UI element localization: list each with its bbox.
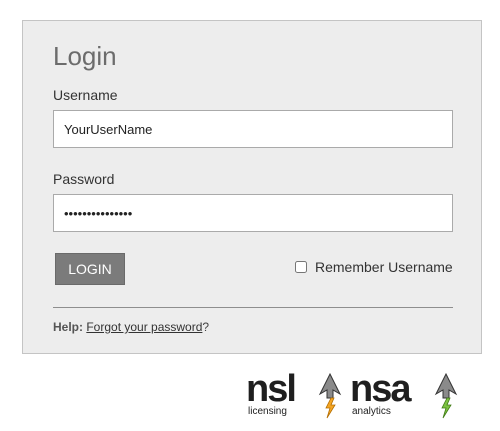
arrow-lightning-orange-icon bbox=[318, 372, 342, 419]
login-button[interactable]: LOGIN bbox=[55, 253, 125, 285]
remember-username[interactable]: Remember Username bbox=[295, 259, 453, 275]
arrow-lightning-green-icon bbox=[434, 372, 458, 419]
help-label: Help: bbox=[53, 320, 83, 334]
nsa-analytics-logo: nsa analytics bbox=[350, 368, 458, 419]
nsa-wordmark: nsa bbox=[350, 368, 412, 410]
password-input[interactable] bbox=[53, 194, 453, 232]
help-suffix: ? bbox=[202, 320, 210, 334]
help-line: Help: Forgot your password? bbox=[53, 320, 209, 334]
nsl-wordmark: nsl bbox=[246, 368, 297, 410]
remember-username-label: Remember Username bbox=[315, 259, 453, 275]
username-label: Username bbox=[53, 87, 118, 103]
forgot-password-link[interactable]: Forgot your password bbox=[86, 320, 202, 334]
login-title: Login bbox=[53, 41, 117, 71]
login-panel: Login Username Password LOGIN Remember U… bbox=[22, 20, 482, 354]
username-input[interactable] bbox=[53, 110, 453, 148]
nsl-licensing-logo: nsl licensing bbox=[246, 368, 342, 419]
divider bbox=[53, 307, 453, 308]
password-label: Password bbox=[53, 171, 115, 187]
remember-username-checkbox[interactable] bbox=[295, 261, 307, 273]
